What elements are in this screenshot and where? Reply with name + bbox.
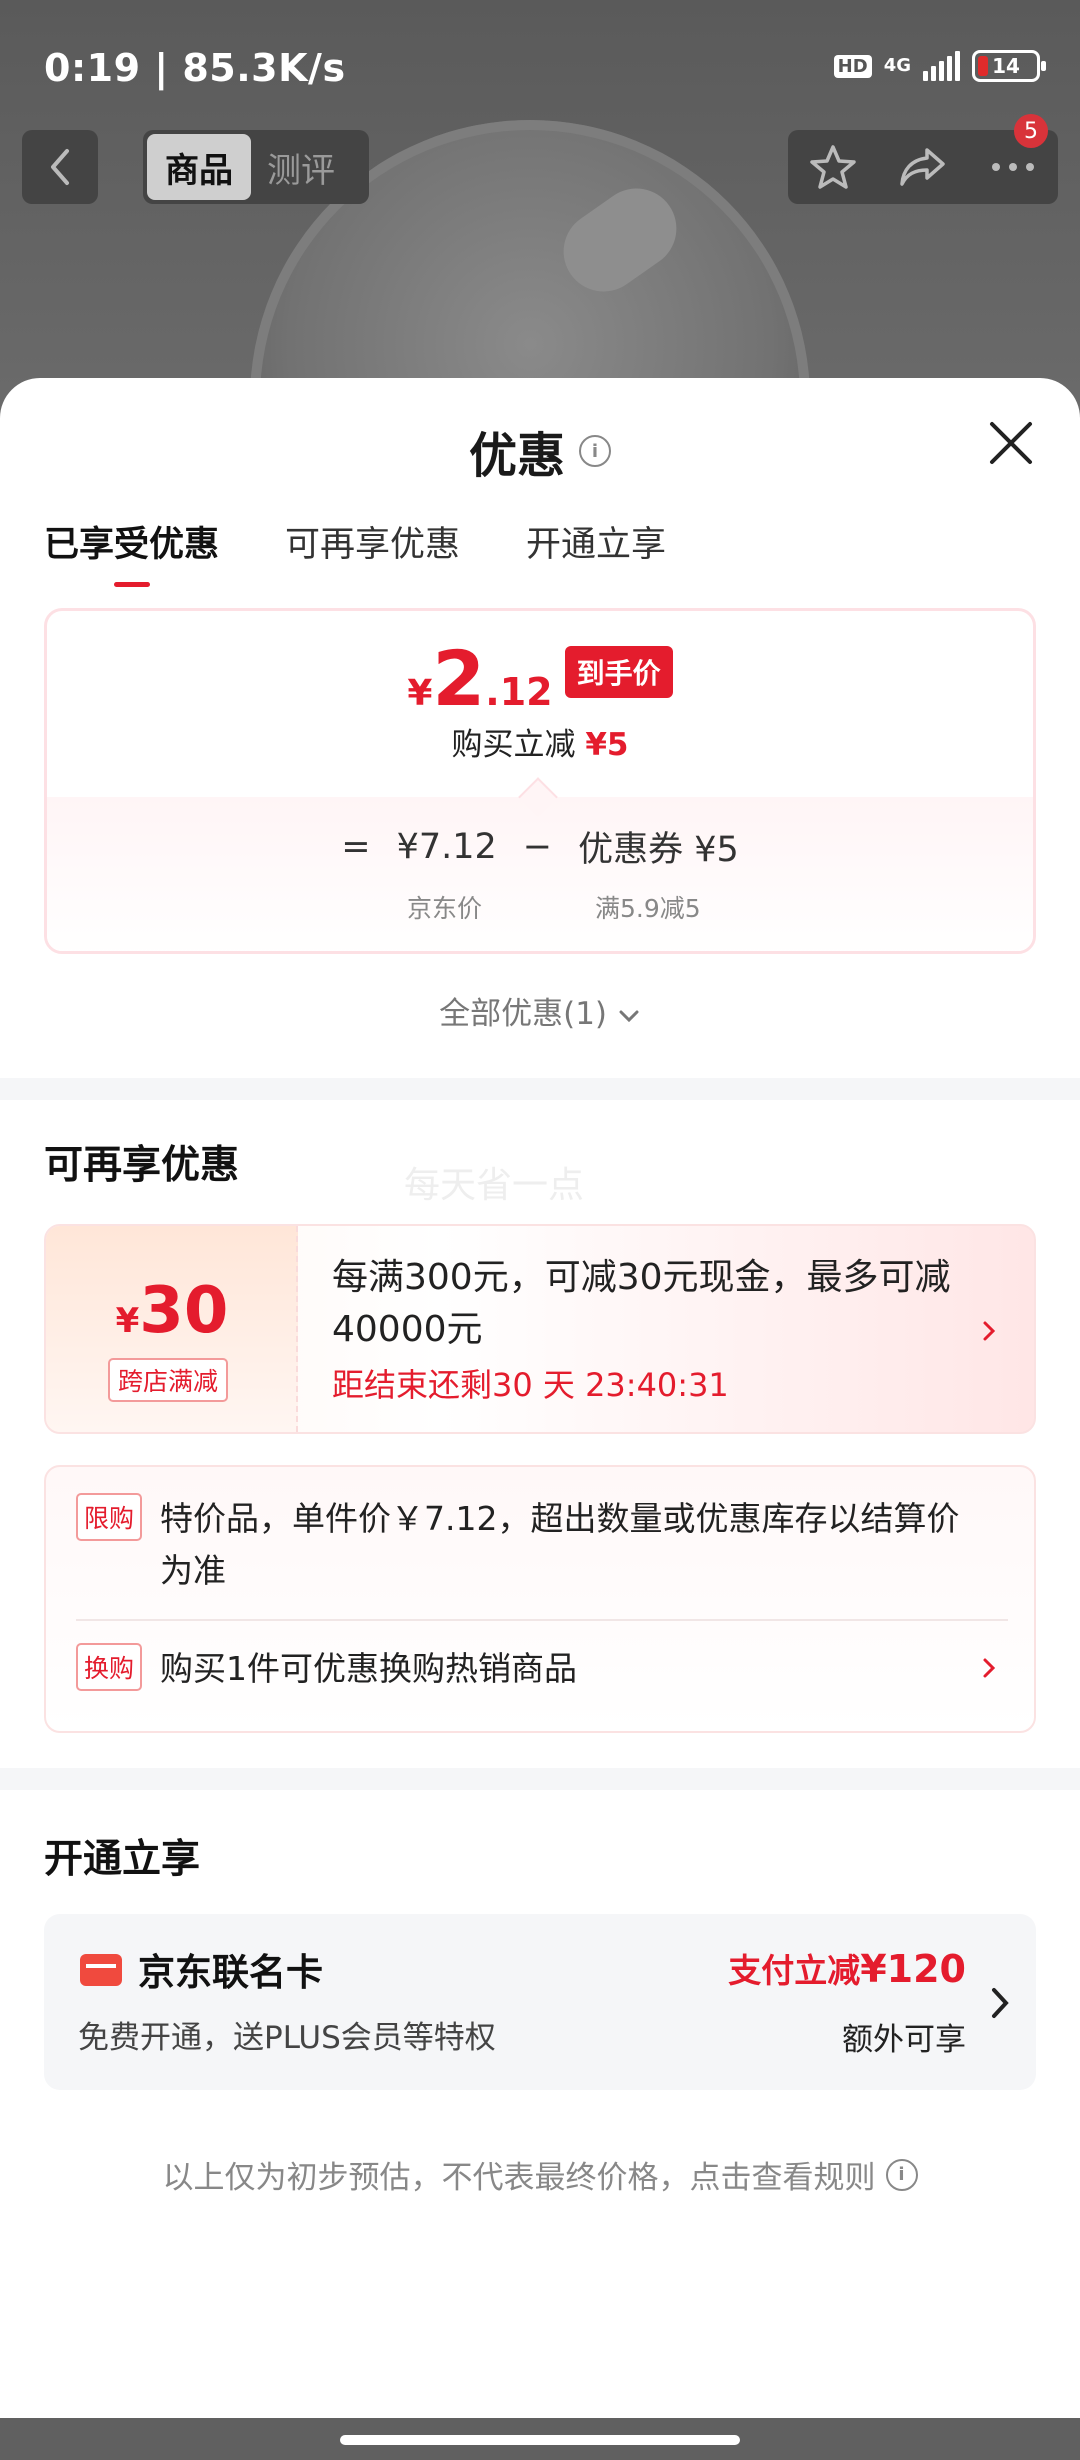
more-section-title: 可再享优惠 [44, 1143, 240, 1188]
section-divider [0, 1768, 1080, 1790]
price-formula: = ¥7.12 − 优惠券 ¥5 京东价 满5.9减5 [47, 777, 1033, 951]
all-deals-label: 全部优惠(1) [439, 996, 608, 1032]
final-price: ¥ 2 .12 到手价 [47, 641, 1033, 720]
cross-store-coupon[interactable]: ¥30 跨店满减 每满300元，可减30元现金，最多可减40000元 距结束还剩… [44, 1224, 1036, 1434]
coupon-value-panel: ¥30 跨店满减 [46, 1226, 298, 1432]
coupon-amount-value: 30 [139, 1274, 229, 1348]
back-icon [51, 149, 69, 185]
formula-coupon-label: 满5.9减5 [595, 894, 701, 923]
sheet-header: 优惠 i [0, 416, 1080, 486]
instant-discount-label: 购买立减 [451, 727, 576, 763]
card-description: 免费开通，送PLUS会员等特权 [78, 2020, 496, 2056]
tab-review[interactable]: 测评 [251, 134, 351, 200]
action-buttons: 5 [788, 114, 1058, 204]
card-benefit-note: 额外可享 [842, 2022, 966, 2058]
price-decimal: .12 [485, 670, 553, 714]
hd-icon: HD [833, 54, 872, 78]
coupon-description: 每满300元，可减30元现金，最多可减40000元 [332, 1257, 951, 1350]
status-icons: HD 4G 14 [833, 50, 1046, 82]
more-icon[interactable] [988, 157, 1038, 177]
share-icon[interactable] [897, 142, 949, 192]
coupon-amount: ¥30 [46, 1274, 298, 1348]
section-divider [0, 1078, 1080, 1100]
chevron-right-icon [983, 1321, 996, 1341]
info-icon: i [885, 2158, 918, 2191]
notification-badge: 5 [1014, 114, 1048, 148]
formula-equals: = [341, 826, 371, 867]
coupon-type-tag: 跨店满减 [108, 1358, 229, 1402]
product-tabs: 商品 测评 [143, 130, 369, 204]
tab-product[interactable]: 商品 [147, 134, 251, 200]
discount-sheet: 优惠 i 已享受优惠 可再享优惠 开通立享 ¥ 2 .12 到手价 购买立减 ¥… [0, 378, 1080, 2460]
price-integer: 2 [432, 634, 486, 723]
rule-limit-text: 特价品，单件价￥7.12，超出数量或优惠库存以结算价为准 [160, 1499, 960, 1590]
rule-trade-in-text: 购买1件可优惠换购热销商品 [160, 1649, 578, 1688]
coupon-currency: ¥ [115, 1301, 140, 1341]
final-price-card: ¥ 2 .12 到手价 购买立减 ¥5 = ¥7.12 − 优惠券 ¥5 京东价… [44, 608, 1036, 954]
purchase-rules: 限购 特价品，单件价￥7.12，超出数量或优惠库存以结算价为准 换购 购买1件可… [44, 1465, 1036, 1733]
formula-base-label: 京东价 [407, 894, 483, 923]
card-icon [80, 1954, 122, 1986]
price-currency: ¥ [407, 673, 433, 714]
instant-discount-value: ¥5 [585, 727, 629, 763]
status-time: 0:19 | 85.3K/s [44, 46, 346, 90]
all-deals-link[interactable]: 全部优惠(1) [0, 988, 1080, 1033]
rule-limit: 限购 特价品，单件价￥7.12，超出数量或优惠库存以结算价为准 [76, 1493, 976, 1597]
card-benefit-value: ¥120 [860, 1947, 966, 1991]
card-benefit-label: 支付立减 [728, 1951, 861, 1990]
instant-discount: 购买立减 ¥5 [47, 719, 1033, 764]
rule-trade-in-tag: 换购 [76, 1643, 143, 1691]
final-price-tag: 到手价 [564, 646, 673, 698]
rule-trade-in[interactable]: 换购 购买1件可优惠换购热销商品 [76, 1643, 976, 1695]
chevron-right-icon [983, 1658, 996, 1678]
battery-level: 14 [992, 54, 1020, 78]
status-bar: 0:19 | 85.3K/s HD 4G 14 [0, 0, 1080, 130]
card-benefit: 支付立减¥120 [728, 1944, 966, 1992]
formula-minus: − [522, 826, 553, 867]
network-label: 4G [883, 55, 911, 76]
star-icon[interactable] [808, 142, 858, 192]
formula-coupon: 优惠券 ¥5 [578, 830, 739, 870]
chevron-right-icon [992, 1988, 1009, 2018]
rule-limit-tag: 限购 [76, 1493, 143, 1541]
discount-tabs: 已享受优惠 可再享优惠 开通立享 [44, 516, 666, 587]
battery-icon: 14 [972, 50, 1046, 82]
chevron-down-icon [619, 1010, 639, 1023]
coupon-countdown: 距结束还剩30 天 23:40:31 [332, 1366, 729, 1404]
card-name: 京东联名卡 [138, 1951, 323, 1994]
co-brand-card-offer[interactable]: 京东联名卡 免费开通，送PLUS会员等特权 支付立减¥120 额外可享 [44, 1914, 1036, 2090]
back-button[interactable] [22, 130, 98, 204]
open-section-title: 开通立享 [44, 1837, 201, 1882]
tab-more-available[interactable]: 可再享优惠 [285, 516, 460, 587]
disclaimer-text: 以上仅为初步预估，不代表最终价格，点击查看规则 [162, 2160, 876, 2196]
top-bar: 商品 测评 5 [0, 114, 1080, 210]
tab-open-enjoy[interactable]: 开通立享 [526, 516, 666, 587]
close-icon[interactable] [986, 418, 1036, 468]
sheet-title: 优惠 [468, 428, 565, 484]
signal-icon [923, 51, 960, 81]
info-icon[interactable]: i [579, 435, 611, 467]
watermark: 每天省一点 [404, 1165, 585, 1206]
home-indicator[interactable] [340, 2435, 740, 2445]
disclaimer-link[interactable]: 以上仅为初步预估，不代表最终价格，点击查看规则 i [0, 2152, 1080, 2197]
formula-base-price: ¥7.12 [396, 826, 497, 867]
tab-enjoyed[interactable]: 已享受优惠 [44, 516, 219, 587]
